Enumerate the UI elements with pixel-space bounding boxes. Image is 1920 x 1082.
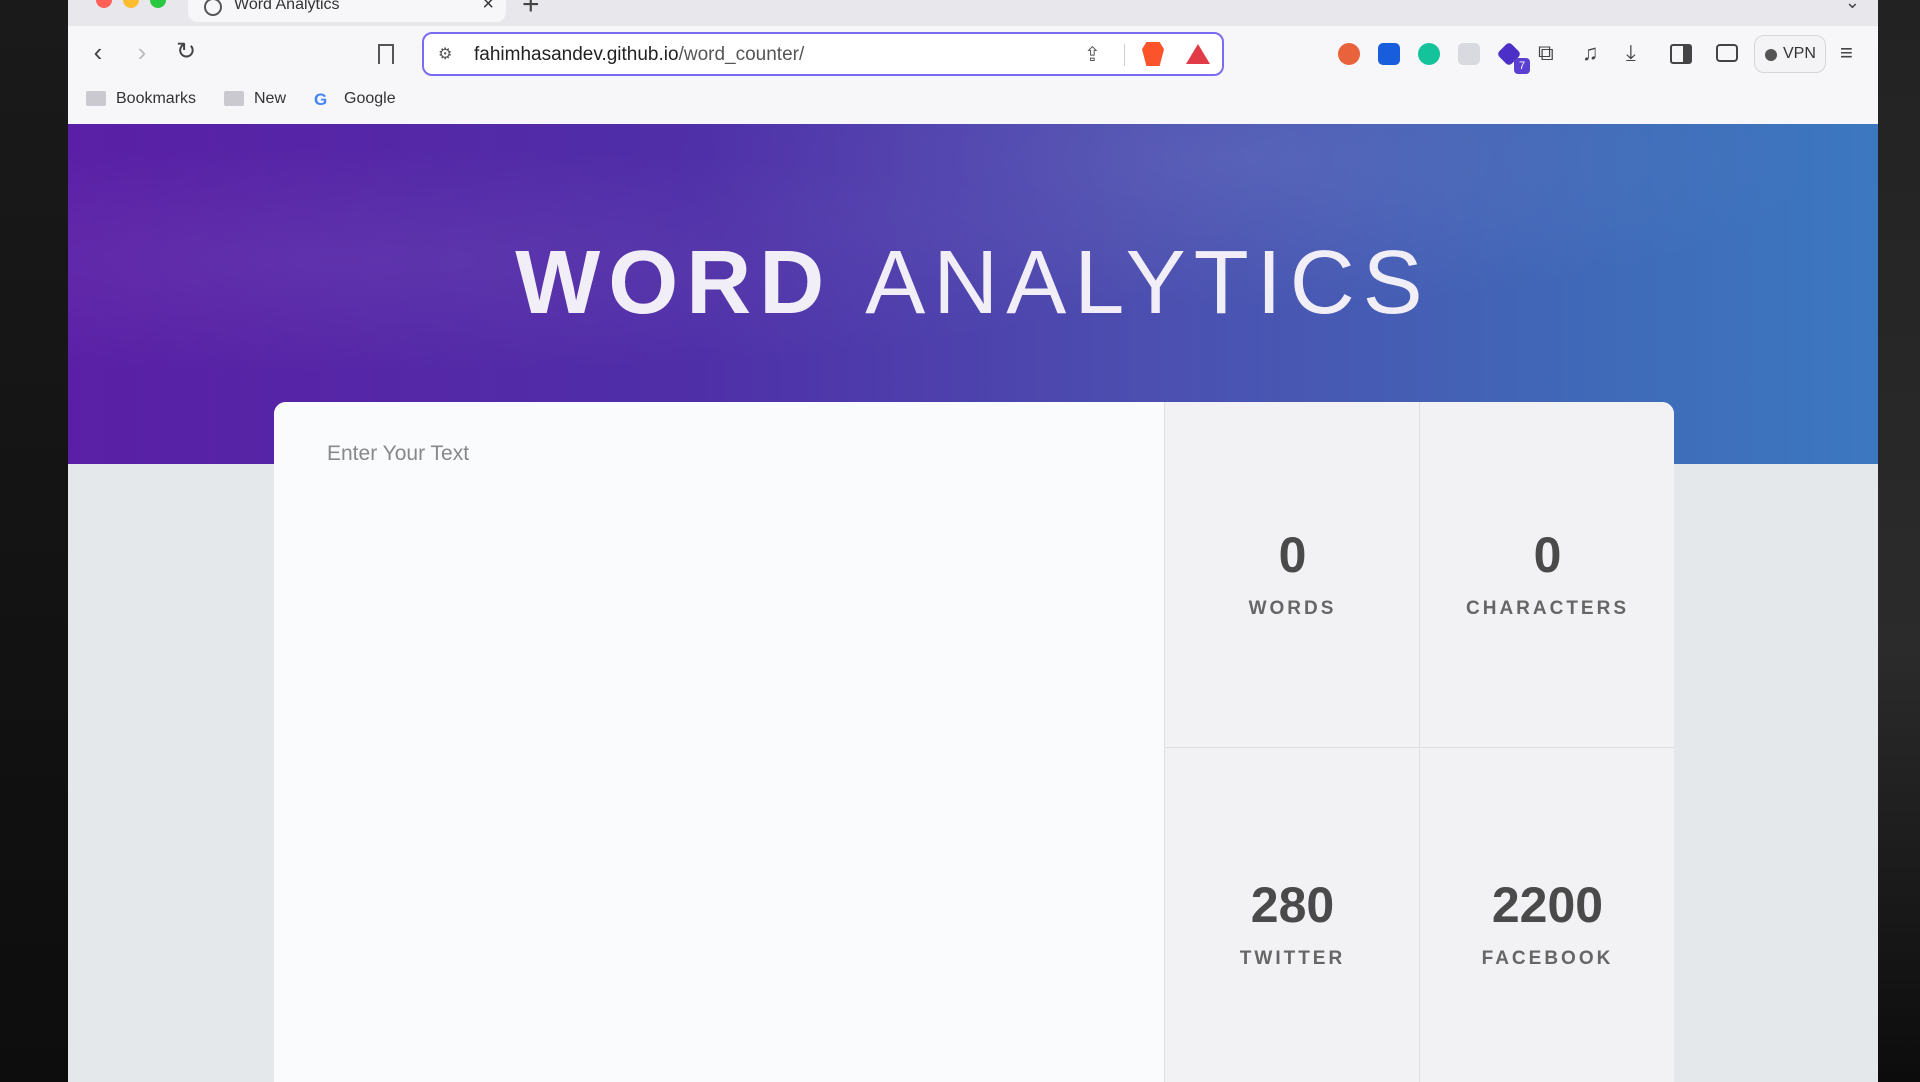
globe-icon <box>204 0 222 16</box>
bookmark-folder-new[interactable]: New <box>224 90 286 116</box>
url-host: fahimhasandev.github.io <box>474 44 679 65</box>
page-content: WORD ANALYTICS 0 WORDS 0 CHARACTERS 280 … <box>68 124 1878 1082</box>
back-button[interactable]: ‹ <box>82 36 114 68</box>
vpn-status-icon <box>1765 49 1777 61</box>
bookmark-label: Google <box>344 90 396 108</box>
folder-icon <box>224 91 244 107</box>
stat-label: CHARACTERS <box>1466 598 1629 619</box>
extension-badge: 7 <box>1514 58 1530 74</box>
stat-words: 0 WORDS <box>1164 402 1419 748</box>
download-icon[interactable]: ⤓ <box>1626 40 1636 66</box>
analytics-card: 0 WORDS 0 CHARACTERS 280 TWITTER 2200 FA… <box>274 402 1674 1082</box>
stat-value: 0 <box>1278 527 1307 583</box>
forward-button[interactable]: › <box>126 36 158 68</box>
minimize-window-button[interactable] <box>123 0 139 8</box>
bitwarden-extension-icon[interactable] <box>1378 43 1400 65</box>
folder-icon <box>86 91 106 107</box>
desktop-background-right <box>1878 0 1920 1082</box>
stat-value: 2200 <box>1491 877 1604 933</box>
sidebar-toggle-icon[interactable] <box>1670 44 1692 64</box>
tab-list-chevron-icon[interactable]: ⌄ <box>1845 0 1860 13</box>
media-music-icon[interactable]: ♫ <box>1582 40 1599 66</box>
wallet-icon[interactable] <box>1716 44 1738 62</box>
page-title: WORD ANALYTICS <box>68 232 1878 335</box>
bookmark-page-icon[interactable] <box>378 44 394 64</box>
title-bold: WORD <box>515 233 833 333</box>
text-input[interactable] <box>274 402 1164 1082</box>
menu-hamburger-icon[interactable]: ≡ <box>1840 40 1853 66</box>
browser-toolbar: ‹ › ↻ ⚙ fahimhasandev.github.io/word_cou… <box>68 26 1878 82</box>
bookmark-google[interactable]: G Google <box>314 90 396 116</box>
stat-facebook: 2200 FACEBOOK <box>1419 748 1674 1082</box>
stat-value: 280 <box>1250 877 1335 933</box>
site-settings-icon[interactable]: ⚙ <box>438 44 452 64</box>
stat-label: WORDS <box>1248 598 1337 619</box>
bookmark-folder-bookmarks[interactable]: Bookmarks <box>86 90 196 116</box>
bookmarks-bar: Bookmarks New G Google <box>68 82 1878 124</box>
close-window-button[interactable] <box>96 0 112 8</box>
brave-shields-icon[interactable] <box>1142 42 1164 66</box>
browser-window: Word Analytics × + ⌄ ‹ › ↻ ⚙ fahimhasand… <box>68 0 1878 1082</box>
reload-button[interactable]: ↻ <box>170 36 202 68</box>
address-bar[interactable]: ⚙ fahimhasandev.github.io/word_counter/ … <box>422 32 1224 76</box>
vpn-button[interactable]: VPN <box>1754 35 1826 73</box>
stats-panel: 0 WORDS 0 CHARACTERS 280 TWITTER 2200 FA… <box>1164 402 1674 1082</box>
grammarly-extension-icon[interactable] <box>1418 43 1440 65</box>
bookmark-label: New <box>254 90 287 107</box>
tab-word-analytics[interactable]: Word Analytics × <box>188 0 506 22</box>
share-icon[interactable]: ⇪ <box>1084 42 1101 67</box>
url-text[interactable]: fahimhasandev.github.io/word_counter/ <box>474 44 804 66</box>
maximize-window-button[interactable] <box>150 0 166 8</box>
vpn-label: VPN <box>1783 45 1816 62</box>
stat-twitter: 280 TWITTER <box>1164 748 1419 1082</box>
url-path: /word_counter/ <box>678 44 805 65</box>
tab-strip: Word Analytics × + ⌄ <box>68 0 1878 26</box>
close-tab-icon[interactable]: × <box>482 0 494 16</box>
title-light: ANALYTICS <box>865 233 1431 333</box>
extension-grid-icon[interactable] <box>1458 43 1480 65</box>
desktop-background-left <box>0 0 68 1082</box>
extension-s-icon[interactable] <box>1338 43 1360 65</box>
extensions-puzzle-icon[interactable]: ⧉ <box>1538 40 1554 66</box>
stat-value: 0 <box>1533 527 1562 583</box>
bookmark-label: Bookmarks <box>116 90 197 107</box>
stat-label: FACEBOOK <box>1481 948 1614 969</box>
google-icon: G <box>314 90 328 109</box>
stat-label: TWITTER <box>1239 948 1346 969</box>
stat-characters: 0 CHARACTERS <box>1419 402 1674 748</box>
brave-rewards-icon[interactable] <box>1186 44 1210 64</box>
address-bar-divider <box>1124 44 1125 66</box>
tab-title: Word Analytics <box>234 0 340 13</box>
new-tab-button[interactable]: + <box>522 0 540 22</box>
